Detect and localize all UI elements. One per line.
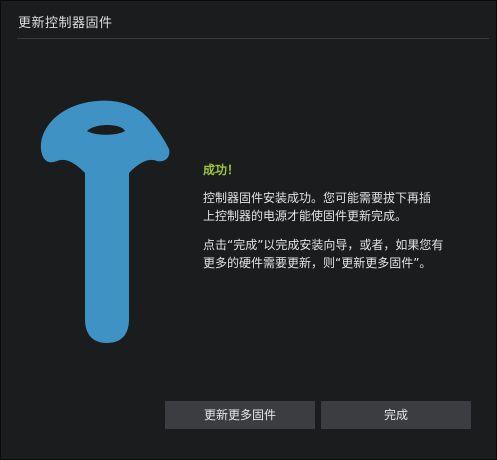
next-steps-line-2: 更多的硬件需要更新，则“更新更多固件”。 xyxy=(203,256,432,270)
update-firmware-dialog: 更新控制器固件 成功！ 控制器固件安装成功。您可能需要拔下再插 上控制器的电源才… xyxy=(0,0,497,460)
title-divider xyxy=(17,38,489,39)
update-more-firmware-button[interactable]: 更新更多固件 xyxy=(165,401,315,429)
vive-controller-icon xyxy=(40,100,170,343)
controller-body xyxy=(40,100,170,343)
window-title: 更新控制器固件 xyxy=(18,16,113,31)
install-success-line-2: 上控制器的电源才能使固件更新完成。 xyxy=(203,209,408,223)
next-steps-text: 点击“完成”以完成安装向导，或者，如果您有 更多的硬件需要更新，则“更新更多固件… xyxy=(203,236,443,272)
title-bar: 更新控制器固件 xyxy=(1,1,496,39)
done-button[interactable]: 完成 xyxy=(321,401,471,429)
success-heading: 成功！ xyxy=(203,163,240,177)
install-success-line-1: 控制器固件安装成功。您可能需要拔下再插 xyxy=(203,191,432,205)
next-steps-line-1: 点击“完成”以完成安装向导，或者，如果您有 xyxy=(203,238,444,252)
install-success-text: 控制器固件安装成功。您可能需要拔下再插 上控制器的电源才能使固件更新完成。 xyxy=(203,189,431,225)
